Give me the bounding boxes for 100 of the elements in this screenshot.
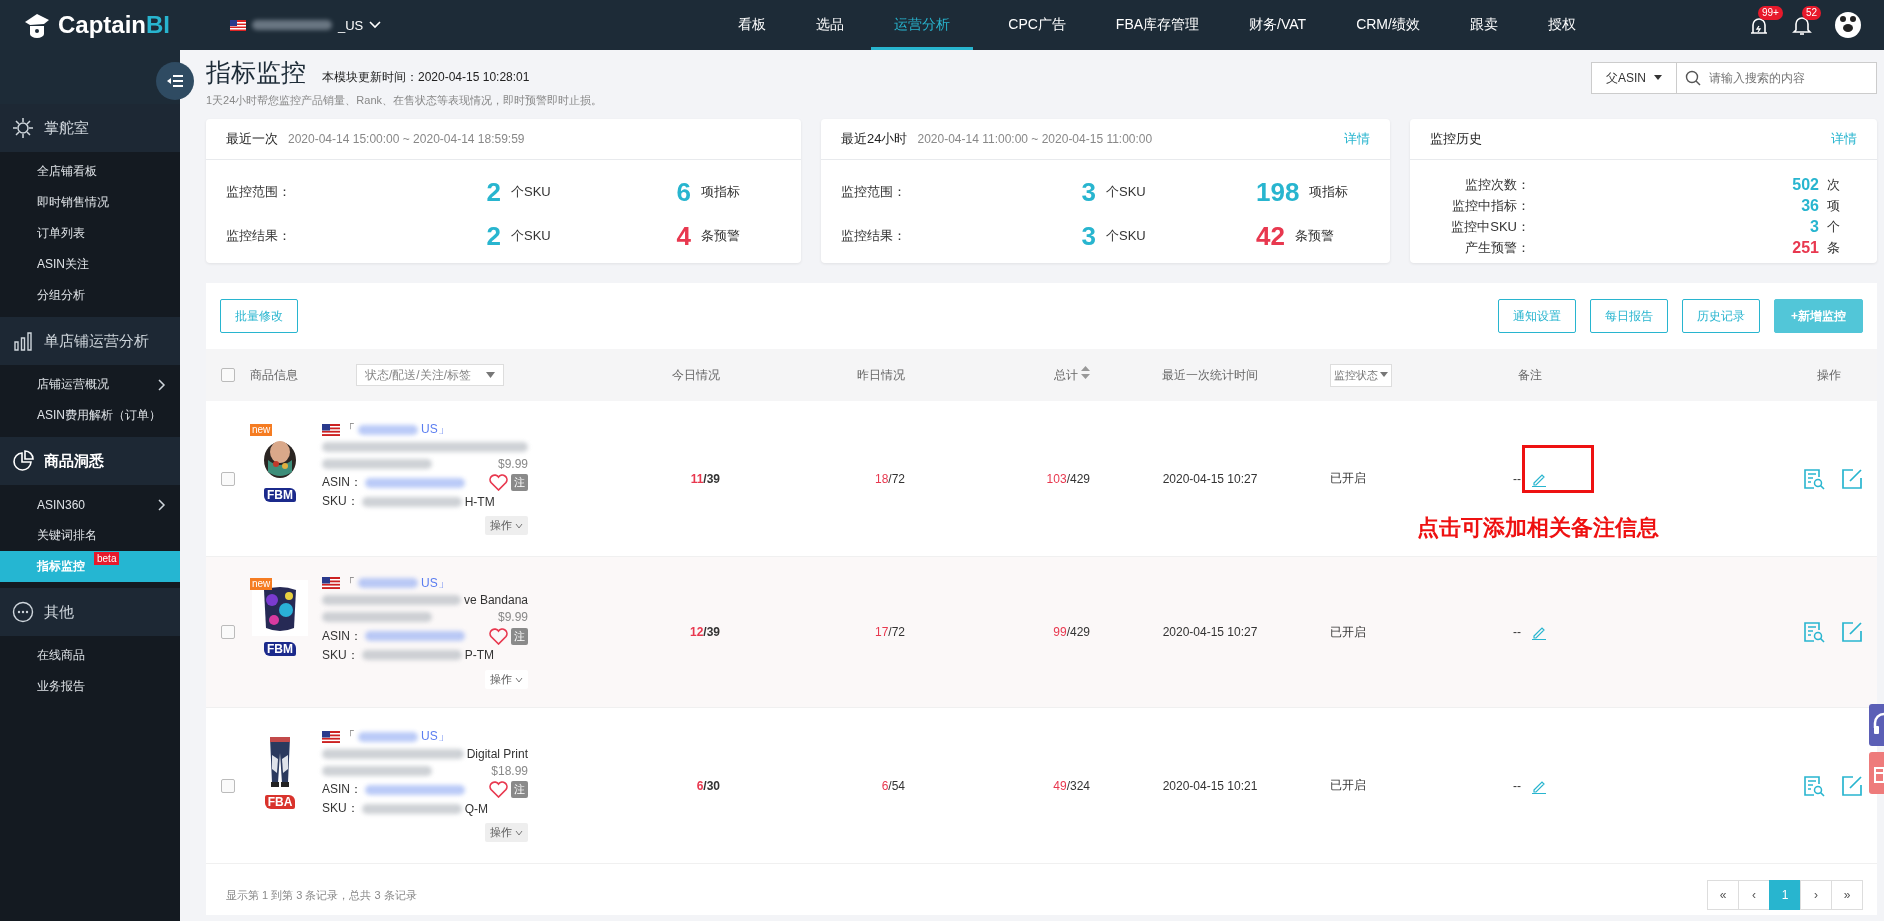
nav-tab[interactable]: 跟卖 [1446,0,1521,50]
caret-icon [1380,372,1388,378]
sidebar-item[interactable]: 店铺运营概况 [0,369,180,400]
status-dropdown[interactable]: 监控状态 [1330,363,1392,387]
sidebar-group[interactable]: 单店铺运营分析 [0,317,180,365]
report-search-icon[interactable] [1803,467,1825,490]
edit-icon[interactable] [1841,467,1863,490]
nav-tab[interactable]: FBA库存管理 [1092,0,1223,50]
stat-label: 监控结果： [226,227,292,245]
nav-tab[interactable]: CPC广告 [985,0,1089,50]
price: $9.99 [497,456,528,471]
heart-icon[interactable] [489,781,508,798]
report-search-icon[interactable] [1803,621,1825,643]
page-button[interactable]: « [1707,880,1739,910]
sidebar-item-label: 在线商品 [37,647,85,664]
bell-icon[interactable] [1792,14,1812,36]
row-checkbox[interactable] [221,625,235,639]
stat-label: 监控范围： [226,183,292,201]
nav-tab[interactable]: 授权 [1524,0,1599,50]
nav-tab[interactable]: CRM/绩效 [1333,0,1443,50]
sidebar-item[interactable]: ASIN360 [0,489,180,520]
sidebar-item-label: 全店铺看板 [37,163,97,180]
stat-unit: 个SKU [1106,183,1147,201]
sidebar-group[interactable]: 其他 [0,588,180,636]
product-title[interactable]: ve Bandana [463,593,528,607]
nav-tab[interactable]: 运营分析 [871,0,974,50]
sidebar-item-label: ASIN费用解析（订单） [37,407,161,424]
sku-label: SKU： [322,493,359,510]
heart-icon[interactable] [489,474,508,491]
actions-dropdown[interactable]: 操作 [484,669,528,689]
sidebar-item[interactable]: 业务报告 [0,671,180,702]
store-link[interactable]: US」 [421,421,450,438]
stat-value: 3 [1809,217,1820,236]
row-checkbox[interactable] [221,778,235,793]
actions-dropdown[interactable]: 操作 [484,516,528,535]
asin-label: ASIN： [322,474,362,491]
avatar-icon[interactable] [1834,11,1862,39]
stat-time: 2020-04-15 10:27 [1161,471,1259,486]
us-flag-icon [322,730,340,743]
sku-label: SKU： [322,800,359,817]
page-title: 指标监控 [206,57,306,88]
stat-label: 监控结果： [841,227,907,245]
bracket-text: 「 [343,728,355,745]
sku-label: SKU： [322,646,359,664]
stat-time: 2020-04-15 10:27 [1161,625,1259,639]
sidebar-item[interactable]: 分组分析 [0,280,180,311]
logo-text[interactable]: CaptainBI [58,11,170,39]
edit-icon[interactable] [1841,774,1863,797]
sidebar-item[interactable]: ASIN关注 [0,249,180,280]
search-field[interactable]: 父ASIN 请输入搜索的内容 [1591,62,1877,94]
today-count: 12/39 [688,625,720,639]
sidebar-item[interactable]: ASIN费用解析（订单） [0,400,180,431]
stat-unit: 项指标 [1309,183,1350,201]
collapse-menu-button[interactable] [156,62,194,100]
us-flag-icon [322,423,340,436]
nav-tab[interactable]: 财务/VAT [1226,0,1330,50]
sidebar-item[interactable]: 即时销售情况 [0,187,180,218]
sun-icon [12,117,34,139]
store-link[interactable]: US」 [421,728,450,745]
stat-value: 2 [485,220,502,252]
stat-value: 3 [1080,176,1097,208]
stat-unit: 条 [1827,238,1841,257]
filter-dropdown[interactable]: 状态/配送/关注/标签 [356,364,504,386]
page-button[interactable]: › [1800,880,1832,910]
new-badge: new [250,577,273,590]
sidebar-group[interactable]: 商品洞悉 [0,437,180,485]
stat-unit: 条预警 [701,227,741,245]
sidebar-item[interactable]: 在线商品 [0,640,180,671]
stat-unit: 个 [1827,217,1841,236]
edit-icon[interactable] [1841,621,1863,643]
sidebar-group[interactable]: 掌舵室 [0,104,180,152]
bracket-text: 「 [343,574,355,592]
count-badge: 99+ [1758,6,1783,20]
heart-icon[interactable] [489,627,508,645]
fulfillment-badge: FBM [264,488,296,502]
sidebar-item[interactable]: 订单列表 [0,218,180,249]
store-link[interactable]: US」 [421,574,450,592]
actions-dropdown[interactable]: 操作 [484,823,528,842]
sidebar-item[interactable]: 关键词排名 [0,520,180,551]
store-selector[interactable]: _US [230,17,382,33]
column-header: 昨日情况 [856,366,905,384]
column-header: 商品信息 [250,366,298,384]
column-header[interactable]: 总计 [905,366,1090,384]
sidebar-item[interactable]: 全店铺看板 [0,156,180,187]
time-range: 2020-04-14 15:00:00 ~ 2020-04-14 18:59:59 [288,132,525,146]
product-title[interactable]: Digital Print [466,746,528,761]
scope-dropdown[interactable]: 父ASIN [1592,63,1677,93]
nav-tab[interactable]: 选品 [793,0,868,50]
page-button[interactable]: ‹ [1738,880,1770,910]
beta-badge: beta [94,552,120,565]
redacted-text [358,578,418,588]
stat-label: 监控中指标： [1451,196,1530,215]
column-header: 操作 [1816,366,1842,384]
sidebar-item[interactable]: 指标监控 beta [0,551,180,582]
select-all-checkbox[interactable] [221,368,235,382]
price: $9.99 [497,610,528,624]
page-button[interactable]: » [1831,880,1863,910]
nav-tab[interactable]: 看板 [715,0,790,50]
report-search-icon[interactable] [1803,774,1825,797]
row-checkbox[interactable] [221,471,235,486]
